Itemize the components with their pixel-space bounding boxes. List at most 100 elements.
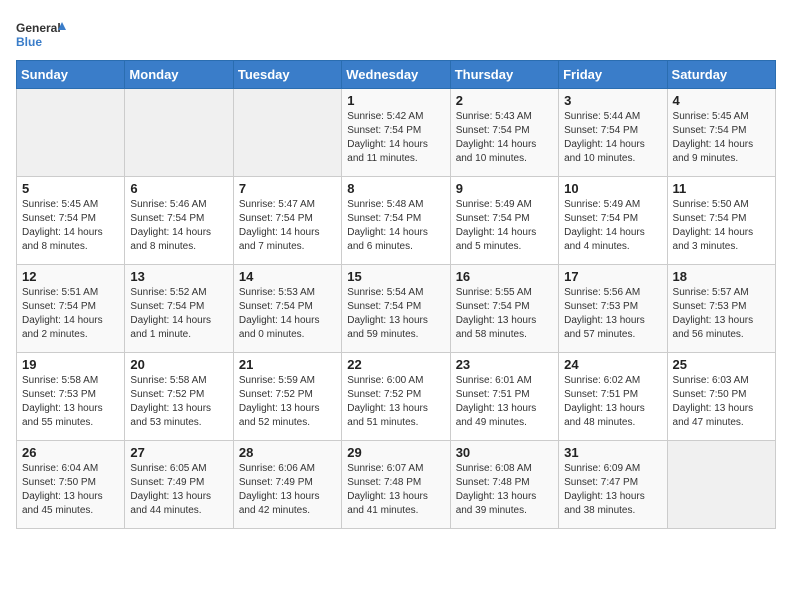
cell-content: Sunrise: 5:58 AMSunset: 7:52 PMDaylight:…: [130, 374, 227, 430]
day-number: 23: [456, 357, 553, 372]
cell-content: Sunrise: 6:09 AMSunset: 7:47 PMDaylight:…: [564, 462, 661, 518]
calendar-cell: [233, 89, 341, 177]
cell-content: Sunrise: 5:51 AMSunset: 7:54 PMDaylight:…: [22, 286, 119, 342]
calendar-cell: 22Sunrise: 6:00 AMSunset: 7:52 PMDayligh…: [342, 353, 450, 441]
cell-content: Sunrise: 5:42 AMSunset: 7:54 PMDaylight:…: [347, 110, 444, 166]
day-number: 7: [239, 181, 336, 196]
day-number: 28: [239, 445, 336, 460]
calendar-cell: 18 Sunrise: 5:57 AMSunset: 7:53 PMDayligh…: [667, 265, 775, 353]
day-header-tuesday: Tuesday: [233, 61, 341, 89]
cell-content: Sunrise: 6:08 AMSunset: 7:48 PMDaylight:…: [456, 462, 553, 518]
day-number: 27: [130, 445, 227, 460]
calendar-cell: 16Sunrise: 5:55 AMSunset: 7:54 PMDayligh…: [450, 265, 558, 353]
cell-content: Sunrise: 6:01 AMSunset: 7:51 PMDaylight:…: [456, 374, 553, 430]
calendar-cell: 28Sunrise: 6:06 AMSunset: 7:49 PMDayligh…: [233, 441, 341, 529]
calendar-cell: 2 Sunrise: 5:43 AMSunset: 7:54 PMDaylight…: [450, 89, 558, 177]
day-number: 24: [564, 357, 661, 372]
cell-content: Sunrise: 6:03 AMSunset: 7:50 PMDaylight:…: [673, 374, 770, 430]
day-number: 2: [456, 93, 553, 108]
cell-content: Sunrise: 5:56 AMSunset: 7:53 PMDaylight:…: [564, 286, 661, 342]
day-number: 11: [673, 181, 770, 196]
cell-content: Sunrise: 5:54 AMSunset: 7:54 PMDaylight:…: [347, 286, 444, 342]
calendar-cell: 1 Sunrise: 5:42 AMSunset: 7:54 PMDaylight…: [342, 89, 450, 177]
cell-content: Sunrise: 5:52 AMSunset: 7:54 PMDaylight:…: [130, 286, 227, 342]
calendar-cell: 5 Sunrise: 5:45 AMSunset: 7:54 PMDaylight…: [17, 177, 125, 265]
calendar-cell: 19Sunrise: 5:58 AMSunset: 7:53 PMDayligh…: [17, 353, 125, 441]
day-number: 10: [564, 181, 661, 196]
calendar-cell: 26 Sunrise: 6:04 AMSunset: 7:50 PMDayligh…: [17, 441, 125, 529]
cell-content: Sunrise: 5:55 AMSunset: 7:54 PMDaylight:…: [456, 286, 553, 342]
calendar-cell: 6Sunrise: 5:46 AMSunset: 7:54 PMDaylight…: [125, 177, 233, 265]
calendar-cell: 29 Sunrise: 6:07 AMSunset: 7:48 PMDayligh…: [342, 441, 450, 529]
week-row-2: 5 Sunrise: 5:45 AMSunset: 7:54 PMDaylight…: [17, 177, 776, 265]
calendar-cell: 14 Sunrise: 5:53 AMSunset: 7:54 PMDayligh…: [233, 265, 341, 353]
cell-content: Sunrise: 5:59 AMSunset: 7:52 PMDaylight:…: [239, 374, 336, 430]
day-number: 18: [673, 269, 770, 284]
calendar-cell: 15Sunrise: 5:54 AMSunset: 7:54 PMDayligh…: [342, 265, 450, 353]
day-number: 17: [564, 269, 661, 284]
cell-content: Sunrise: 6:05 AMSunset: 7:49 PMDaylight:…: [130, 462, 227, 518]
cell-content: Sunrise: 5:45 AMSunset: 7:54 PMDaylight:…: [673, 110, 770, 166]
cell-content: Sunrise: 5:57 AMSunset: 7:53 PMDaylight:…: [673, 286, 770, 342]
calendar-cell: 3Sunrise: 5:44 AMSunset: 7:54 PMDaylight…: [559, 89, 667, 177]
day-number: 19: [22, 357, 119, 372]
day-number: 13: [130, 269, 227, 284]
cell-content: Sunrise: 5:49 AMSunset: 7:54 PMDaylight:…: [564, 198, 661, 254]
week-row-5: 26 Sunrise: 6:04 AMSunset: 7:50 PMDayligh…: [17, 441, 776, 529]
calendar-cell: 9 Sunrise: 5:49 AMSunset: 7:54 PMDaylight…: [450, 177, 558, 265]
calendar-cell: 30 Sunrise: 6:08 AMSunset: 7:48 PMDayligh…: [450, 441, 558, 529]
cell-content: Sunrise: 5:45 AMSunset: 7:54 PMDaylight:…: [22, 198, 119, 254]
logo-svg: General Blue: [16, 16, 66, 56]
calendar-cell: [17, 89, 125, 177]
header: General Blue: [16, 16, 776, 56]
day-number: 26: [22, 445, 119, 460]
day-header-saturday: Saturday: [667, 61, 775, 89]
day-number: 22: [347, 357, 444, 372]
day-number: 5: [22, 181, 119, 196]
cell-content: Sunrise: 6:07 AMSunset: 7:48 PMDaylight:…: [347, 462, 444, 518]
day-header-friday: Friday: [559, 61, 667, 89]
calendar-cell: 27 Sunrise: 6:05 AMSunset: 7:49 PMDayligh…: [125, 441, 233, 529]
calendar-table: SundayMondayTuesdayWednesdayThursdayFrid…: [16, 60, 776, 529]
calendar-cell: 20Sunrise: 5:58 AMSunset: 7:52 PMDayligh…: [125, 353, 233, 441]
cell-content: Sunrise: 6:04 AMSunset: 7:50 PMDaylight:…: [22, 462, 119, 518]
cell-content: Sunrise: 5:53 AMSunset: 7:54 PMDaylight:…: [239, 286, 336, 342]
day-number: 9: [456, 181, 553, 196]
svg-text:General: General: [16, 21, 61, 35]
day-header-sunday: Sunday: [17, 61, 125, 89]
day-number: 4: [673, 93, 770, 108]
cell-content: Sunrise: 5:49 AMSunset: 7:54 PMDaylight:…: [456, 198, 553, 254]
cell-content: Sunrise: 5:47 AMSunset: 7:54 PMDaylight:…: [239, 198, 336, 254]
day-number: 29: [347, 445, 444, 460]
cell-content: Sunrise: 5:50 AMSunset: 7:54 PMDaylight:…: [673, 198, 770, 254]
day-number: 14: [239, 269, 336, 284]
week-row-1: 1 Sunrise: 5:42 AMSunset: 7:54 PMDaylight…: [17, 89, 776, 177]
week-row-4: 19Sunrise: 5:58 AMSunset: 7:53 PMDayligh…: [17, 353, 776, 441]
calendar-cell: 11 Sunrise: 5:50 AMSunset: 7:54 PMDayligh…: [667, 177, 775, 265]
calendar-cell: 31 Sunrise: 6:09 AMSunset: 7:47 PMDayligh…: [559, 441, 667, 529]
day-header-wednesday: Wednesday: [342, 61, 450, 89]
cell-content: Sunrise: 5:48 AMSunset: 7:54 PMDaylight:…: [347, 198, 444, 254]
calendar-cell: 24 Sunrise: 6:02 AMSunset: 7:51 PMDayligh…: [559, 353, 667, 441]
calendar-cell: 21Sunrise: 5:59 AMSunset: 7:52 PMDayligh…: [233, 353, 341, 441]
day-number: 3: [564, 93, 661, 108]
calendar-cell: 25Sunrise: 6:03 AMSunset: 7:50 PMDayligh…: [667, 353, 775, 441]
svg-text:Blue: Blue: [16, 35, 42, 49]
day-number: 12: [22, 269, 119, 284]
cell-content: Sunrise: 6:02 AMSunset: 7:51 PMDaylight:…: [564, 374, 661, 430]
calendar-cell: [667, 441, 775, 529]
cell-content: Sunrise: 5:46 AMSunset: 7:54 PMDaylight:…: [130, 198, 227, 254]
cell-content: Sunrise: 5:43 AMSunset: 7:54 PMDaylight:…: [456, 110, 553, 166]
day-number: 31: [564, 445, 661, 460]
header-row: SundayMondayTuesdayWednesdayThursdayFrid…: [17, 61, 776, 89]
day-header-thursday: Thursday: [450, 61, 558, 89]
calendar-cell: 23 Sunrise: 6:01 AMSunset: 7:51 PMDayligh…: [450, 353, 558, 441]
day-number: 30: [456, 445, 553, 460]
day-header-monday: Monday: [125, 61, 233, 89]
calendar-cell: 8 Sunrise: 5:48 AMSunset: 7:54 PMDaylight…: [342, 177, 450, 265]
calendar-cell: 12 Sunrise: 5:51 AMSunset: 7:54 PMDayligh…: [17, 265, 125, 353]
calendar-cell: 17 Sunrise: 5:56 AMSunset: 7:53 PMDayligh…: [559, 265, 667, 353]
day-number: 8: [347, 181, 444, 196]
day-number: 1: [347, 93, 444, 108]
calendar-cell: 10 Sunrise: 5:49 AMSunset: 7:54 PMDayligh…: [559, 177, 667, 265]
